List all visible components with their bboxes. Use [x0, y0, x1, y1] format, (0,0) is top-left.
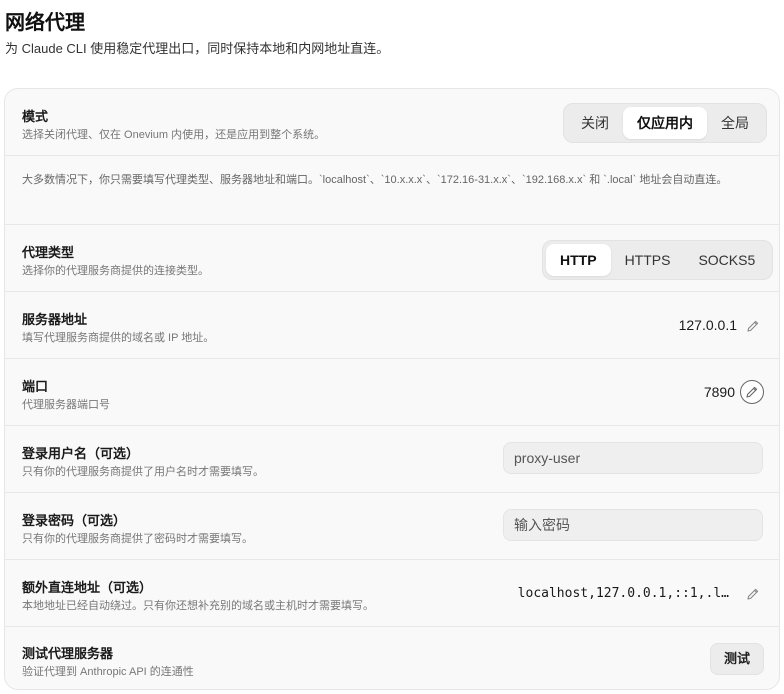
port-value[interactable]: 7890	[704, 384, 735, 400]
mode-option-off[interactable]: 关闭	[567, 107, 623, 139]
direct-connect-note: 大多数情况下，你只需要填写代理类型、服务器地址和端口。`localhost`、`…	[22, 174, 728, 186]
bypass-title: 额外直连地址（可选）	[22, 580, 153, 595]
test-title: 测试代理服务器	[22, 646, 114, 661]
server-desc: 填写代理服务商提供的域名或 IP 地址。	[22, 332, 215, 344]
bypass-desc: 本地地址已经自动绕过。只有你还想补充别的域名或主机时才需要填写。	[22, 600, 374, 612]
pencil-icon[interactable]	[746, 587, 760, 601]
mode-option-global[interactable]: 全局	[707, 107, 763, 139]
mode-row: 模式 选择关闭代理、仅在 Onevium 内使用，还是应用到整个系统。 关闭 仅…	[5, 89, 779, 155]
mode-segmented-control: 关闭 仅应用内 全局	[563, 103, 767, 143]
proxy-type-title: 代理类型	[22, 245, 75, 260]
username-input[interactable]	[503, 442, 763, 474]
edit-port-button[interactable]	[740, 380, 764, 404]
mode-option-app-only[interactable]: 仅应用内	[623, 107, 707, 139]
server-title: 服务器地址	[22, 312, 88, 327]
pencil-icon	[746, 386, 758, 398]
password-input[interactable]	[503, 509, 763, 541]
proxy-type-option-socks5[interactable]: SOCKS5	[684, 244, 769, 276]
proxy-type-option-http[interactable]: HTTP	[546, 244, 611, 276]
test-row: 测试代理服务器 验证代理到 Anthropic API 的连通性 测试	[5, 626, 779, 689]
proxy-type-row: 代理类型 选择你的代理服务商提供的连接类型。 HTTP HTTPS SOCKS5	[5, 224, 779, 291]
proxy-type-option-https[interactable]: HTTPS	[611, 244, 685, 276]
test-desc: 验证代理到 Anthropic API 的连通性	[22, 666, 194, 678]
username-title: 登录用户名（可选）	[22, 446, 140, 461]
password-desc: 只有你的代理服务商提供了密码时才需要填写。	[22, 533, 253, 545]
mode-title: 模式	[22, 109, 49, 124]
port-desc: 代理服务器端口号	[22, 399, 110, 411]
proxy-type-desc: 选择你的代理服务商提供的连接类型。	[22, 265, 209, 277]
bypass-value[interactable]: localhost,127.0.0.1,::1,.l…	[518, 586, 729, 601]
page-subtitle: 为 Claude CLI 使用稳定代理出口，同时保持本地和内网地址直连。	[5, 41, 390, 56]
mode-desc: 选择关闭代理、仅在 Onevium 内使用，还是应用到整个系统。	[22, 129, 326, 141]
pencil-icon[interactable]	[746, 319, 760, 333]
username-desc: 只有你的代理服务商提供了用户名时才需要填写。	[22, 466, 264, 478]
server-value[interactable]: 127.0.0.1	[679, 317, 737, 333]
password-row: 登录密码（可选） 只有你的代理服务商提供了密码时才需要填写。	[5, 492, 779, 559]
test-proxy-button[interactable]: 测试	[710, 643, 764, 675]
password-title: 登录密码（可选）	[22, 513, 127, 528]
proxy-settings-card: 模式 选择关闭代理、仅在 Onevium 内使用，还是应用到整个系统。 关闭 仅…	[4, 88, 780, 690]
page-title: 网络代理	[5, 12, 85, 34]
port-row: 端口 代理服务器端口号 7890	[5, 358, 779, 425]
server-row: 服务器地址 填写代理服务商提供的域名或 IP 地址。 127.0.0.1	[5, 291, 779, 358]
note-row: 大多数情况下，你只需要填写代理类型、服务器地址和端口。`localhost`、`…	[5, 155, 779, 224]
proxy-type-segmented-control: HTTP HTTPS SOCKS5	[542, 240, 774, 280]
bypass-row: 额外直连地址（可选） 本地地址已经自动绕过。只有你还想补充别的域名或主机时才需要…	[5, 559, 779, 626]
username-row: 登录用户名（可选） 只有你的代理服务商提供了用户名时才需要填写。	[5, 425, 779, 492]
port-title: 端口	[22, 379, 49, 394]
